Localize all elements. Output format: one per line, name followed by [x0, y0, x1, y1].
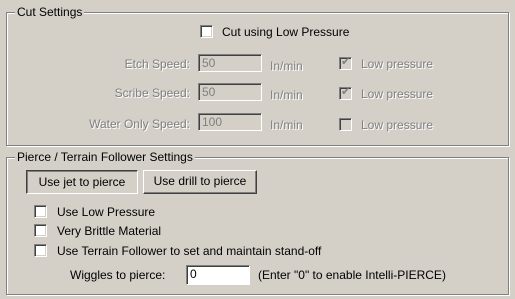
etch-low-pressure-checkbox[interactable]: ✔	[339, 56, 352, 70]
water-only-speed-field[interactable]: 100	[198, 113, 262, 131]
water-only-low-pressure-checkbox[interactable]	[339, 118, 352, 131]
water-only-speed-label: Water Only Speed:	[89, 117, 190, 131]
wiggles-to-pierce-label: Wiggles to pierce:	[70, 268, 166, 282]
etch-speed-unit: In/min	[270, 59, 303, 73]
check-icon: ✔	[341, 56, 351, 68]
water-only-low-pressure-label: Low pressure	[361, 118, 434, 132]
cut-settings-title: Cut Settings	[15, 5, 85, 19]
pierce-settings-title: Pierce / Terrain Follower Settings	[15, 150, 195, 164]
wiggles-to-pierce-field[interactable]: 0	[186, 265, 250, 285]
scribe-speed-field[interactable]: 50	[198, 83, 262, 101]
very-brittle-material-label: Very Brittle Material	[57, 224, 162, 238]
cut-low-pressure-label: Cut using Low Pressure	[222, 25, 350, 39]
use-low-pressure-checkbox[interactable]	[34, 205, 47, 218]
scribe-low-pressure-checkbox[interactable]: ✔	[339, 86, 352, 100]
cut-low-pressure-checkbox[interactable]	[200, 25, 213, 38]
scribe-low-pressure-label: Low pressure	[361, 87, 434, 101]
terrain-follower-label: Use Terrain Follower to set and maintain…	[57, 244, 322, 258]
check-icon: ✔	[341, 86, 351, 98]
wiggles-hint: (Enter "0" to enable Intelli-PIERCE)	[258, 268, 446, 282]
etch-speed-label: Etch Speed:	[124, 57, 190, 71]
use-jet-to-pierce-button[interactable]: Use jet to pierce	[26, 170, 138, 194]
etch-speed-field[interactable]: 50	[198, 54, 262, 72]
use-drill-to-pierce-button[interactable]: Use drill to pierce	[143, 170, 257, 194]
very-brittle-material-checkbox[interactable]	[34, 224, 47, 237]
etch-low-pressure-label: Low pressure	[361, 57, 434, 71]
use-low-pressure-label: Use Low Pressure	[57, 205, 156, 219]
scribe-speed-label: Scribe Speed:	[114, 86, 190, 100]
water-only-speed-unit: In/min	[270, 118, 303, 132]
scribe-speed-unit: In/min	[270, 88, 303, 102]
terrain-follower-checkbox[interactable]	[34, 244, 47, 257]
